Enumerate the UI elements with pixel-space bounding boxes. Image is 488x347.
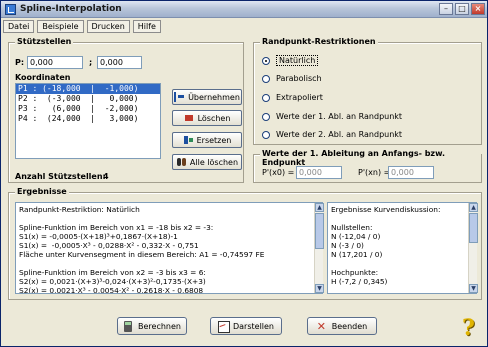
menu-hilfe[interactable]: Hilfe <box>132 20 161 33</box>
radio-icon <box>262 74 270 83</box>
anzahl-label: Anzahl Stützstellen: <box>15 172 106 181</box>
pn-input[interactable]: 0,000 <box>388 166 434 179</box>
berechnen-button[interactable]: Berechnen <box>117 317 187 335</box>
calculator-icon <box>123 320 134 332</box>
help-icon[interactable]: ? <box>462 315 475 341</box>
app-window: Spline-Interpolation – □ × Datei Beispie… <box>0 0 488 347</box>
menu-bar: Datei Beispiele Drucken Hilfe <box>3 20 161 34</box>
radio-natuerlich[interactable]: Natürlich <box>262 55 319 66</box>
list-item[interactable]: P4 : (24,000 | 3,000) <box>16 114 160 124</box>
list-item[interactable]: P2 : (-3,000 | 0,000) <box>16 94 160 104</box>
randpunkt-group: Randpunkt-Restriktionen Natürlich Parabo… <box>253 37 482 145</box>
radio-icon <box>262 112 270 121</box>
beenden-label: Beenden <box>331 321 368 331</box>
minimize-icon[interactable]: – <box>439 3 453 15</box>
scroll-up-icon[interactable]: ▲ <box>315 203 324 212</box>
alle-loeschen-label: Alle löschen <box>189 157 239 167</box>
radio-natuerlich-label: Natürlich <box>276 55 319 66</box>
title-bar: Spline-Interpolation – □ × <box>1 1 487 18</box>
plot-icon <box>217 320 230 333</box>
p0-label: P'(x0) = <box>262 168 295 177</box>
stuetzstellen-title: Stützstellen <box>15 37 74 46</box>
list-item[interactable]: P3 : (6,000 | -2,000) <box>16 104 160 114</box>
clear-all-icon <box>176 157 187 167</box>
uebernehmen-button[interactable]: Übernehmen <box>172 89 242 105</box>
loeschen-button[interactable]: Löschen <box>172 110 242 126</box>
berechnen-label: Berechnen <box>138 321 181 331</box>
menu-datei[interactable]: Datei <box>3 20 35 33</box>
ergebnisse-group: Ergebnisse Randpunkt-Restriktion: Natürl… <box>8 187 482 300</box>
scroll-thumb[interactable] <box>469 213 478 243</box>
p-x-input[interactable]: 0,000 <box>27 56 83 69</box>
scroll-thumb[interactable] <box>315 213 324 249</box>
p-y-input[interactable]: 0,000 <box>97 56 142 69</box>
radio-abl1[interactable]: Werte der 1. Abl. an Randpunkt <box>262 112 402 121</box>
ableitung-group: Werte der 1. Ableitung an Anfangs- bzw. … <box>253 149 482 183</box>
app-icon <box>5 3 16 15</box>
replace-icon <box>183 135 194 145</box>
p-label: P: <box>15 58 25 67</box>
radio-parabolisch[interactable]: Parabolisch <box>262 74 322 83</box>
results-right-scrollbar[interactable]: ▲ ▼ <box>468 203 478 293</box>
results-left-scrollbar[interactable]: ▲ ▼ <box>314 203 324 293</box>
radio-abl1-label: Werte der 1. Abl. an Randpunkt <box>276 112 403 121</box>
beenden-button[interactable]: ✕ Beenden <box>307 317 377 335</box>
exit-icon: ✕ <box>316 319 326 333</box>
radio-abl2[interactable]: Werte der 2. Abl. an Randpunkt <box>262 130 402 139</box>
maximize-icon[interactable]: □ <box>455 3 469 15</box>
koordinaten-label: Koordinaten <box>15 73 71 82</box>
stuetzstellen-group: Stützstellen P: 0,000 ; 0,000 Koordinate… <box>8 37 244 183</box>
ersetzen-button[interactable]: Ersetzen <box>172 132 242 148</box>
radio-extrapoliert[interactable]: Extrapoliert <box>262 93 323 102</box>
anzahl-value: 4 <box>103 172 109 181</box>
scroll-down-icon[interactable]: ▼ <box>315 284 324 293</box>
results-text-left[interactable]: Randpunkt-Restriktion: Natürlich Spline-… <box>15 202 323 294</box>
window-title: Spline-Interpolation <box>20 4 122 14</box>
results-text-right[interactable]: Ergebnisse Kurvendiskussion: Nullstellen… <box>327 202 477 294</box>
darstellen-label: Darstellen <box>232 321 274 331</box>
close-icon[interactable]: × <box>471 3 485 15</box>
radio-abl2-label: Werte der 2. Abl. an Randpunkt <box>276 130 403 139</box>
arrow-right-icon <box>174 92 185 102</box>
ergebnisse-title: Ergebnisse <box>15 187 69 196</box>
menu-drucken[interactable]: Drucken <box>86 20 130 33</box>
ableitung-title: Werte der 1. Ableitung an Anfangs- bzw. … <box>260 149 481 167</box>
alle-loeschen-button[interactable]: Alle löschen <box>172 154 242 170</box>
uebernehmen-label: Übernehmen <box>188 92 240 102</box>
list-item[interactable]: P1 : (-18,000 | -1,000) <box>16 84 160 94</box>
ersetzen-label: Ersetzen <box>196 135 232 145</box>
radio-selected-icon <box>262 56 270 65</box>
pn-label: P'(xn) = <box>358 168 391 177</box>
darstellen-button[interactable]: Darstellen <box>210 317 282 335</box>
delete-icon <box>184 113 195 123</box>
points-list[interactable]: P1 : (-18,000 | -1,000) P2 : (-3,000 | 0… <box>15 83 161 159</box>
p-separator: ; <box>89 58 93 67</box>
loeschen-label: Löschen <box>197 113 231 123</box>
p0-input[interactable]: 0,000 <box>296 166 342 179</box>
scroll-down-icon[interactable]: ▼ <box>469 284 478 293</box>
radio-icon <box>262 93 270 102</box>
menu-beispiele[interactable]: Beispiele <box>37 20 84 33</box>
scroll-up-icon[interactable]: ▲ <box>469 203 478 212</box>
randpunkt-title: Randpunkt-Restriktionen <box>260 37 378 46</box>
radio-extrapoliert-label: Extrapoliert <box>276 93 323 102</box>
radio-icon <box>262 130 270 139</box>
radio-parabolisch-label: Parabolisch <box>276 74 322 83</box>
